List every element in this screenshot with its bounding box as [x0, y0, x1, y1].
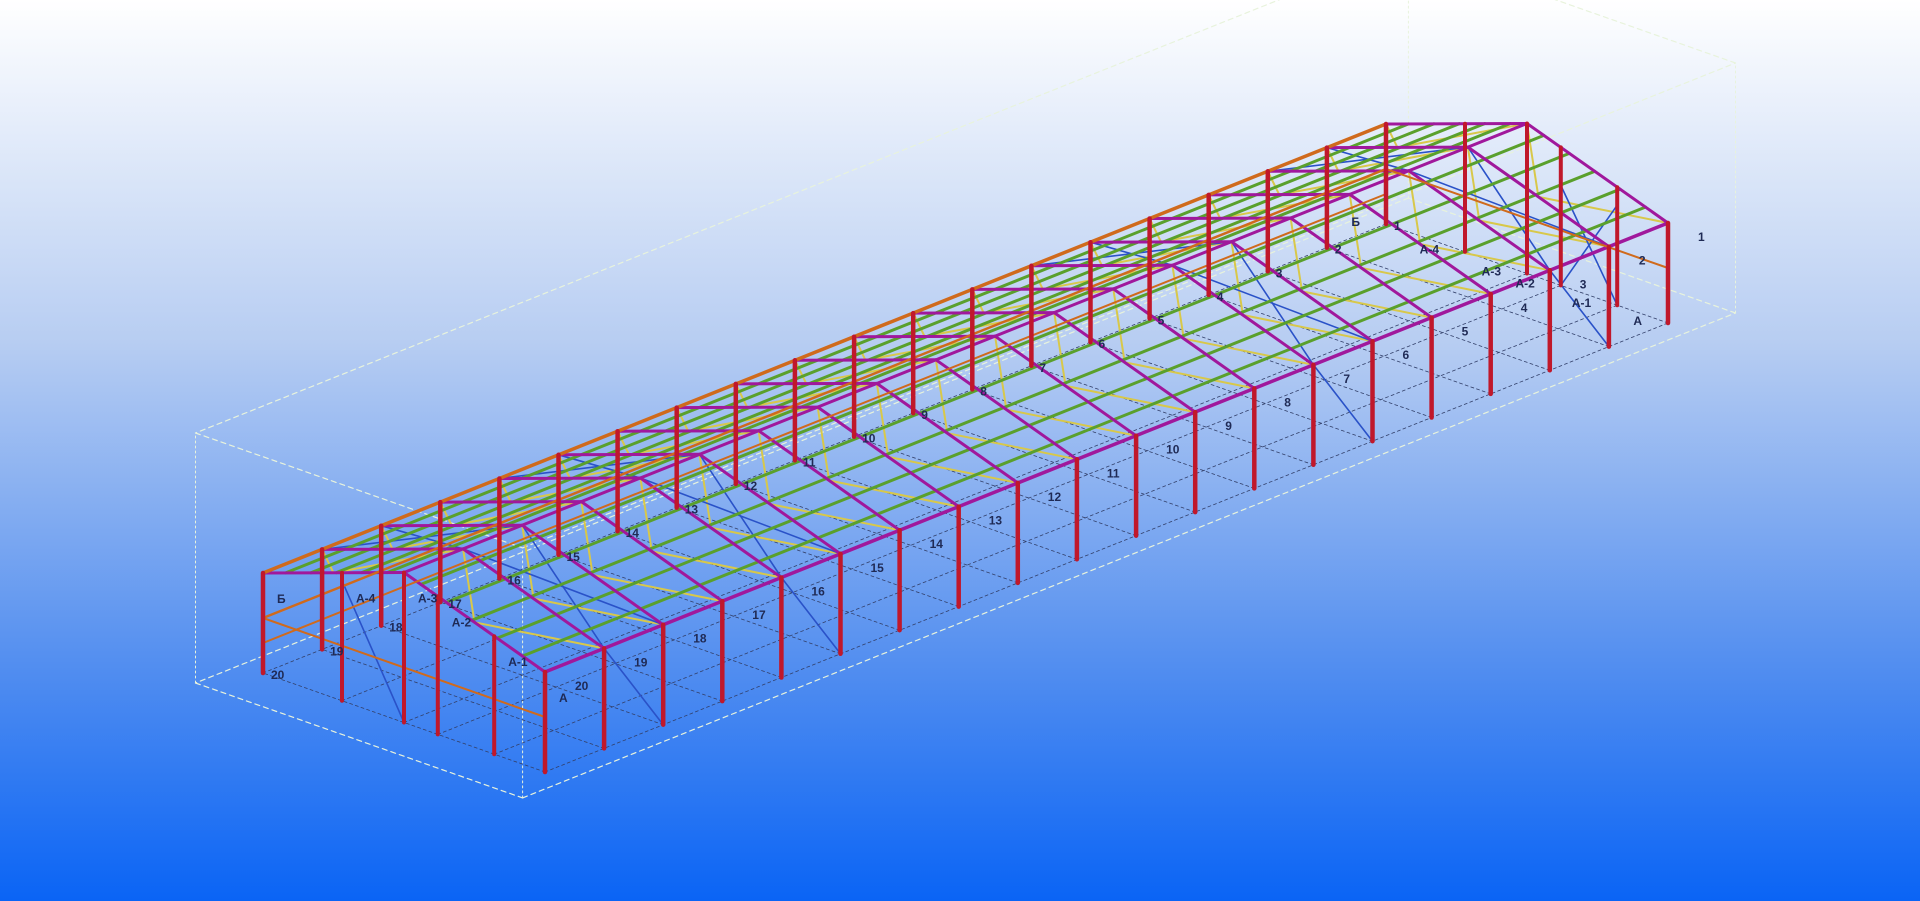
grid-letter-back: А-4	[356, 592, 376, 606]
grid-number-far: 20	[575, 679, 589, 693]
grid-number-far: 16	[811, 585, 825, 599]
girt-front	[262, 193, 1387, 644]
grid-number-near: 14	[626, 526, 640, 540]
grid-number-far: 7	[1343, 372, 1350, 386]
grid-number-near: 16	[507, 574, 521, 588]
grid-number-far: 17	[752, 608, 766, 622]
purlin	[309, 122, 1436, 575]
grid-number-near: 2	[1335, 243, 1342, 257]
grid-number-near: 12	[744, 479, 758, 493]
roof-brace	[1407, 169, 1422, 246]
grid-number-far: 2	[1639, 254, 1646, 268]
grid-number-near: 8	[980, 384, 987, 398]
grid-letter-back: А-2	[452, 615, 472, 629]
rafter	[1384, 122, 1529, 126]
grid-number-near: 20	[271, 668, 285, 682]
frame-beams	[261, 122, 1670, 718]
grid-number-near: 1	[1394, 219, 1401, 233]
grid-number-near: 19	[330, 644, 344, 658]
bbox-edge	[194, 197, 1410, 684]
purlin	[284, 122, 1411, 575]
model-viewport[interactable]: 1 1 2 2 3 3 4 4 5 5 6 6 7 7 8 8 9 9 10 10 11 11 12 12 13 13 14 14 15…	[0, 0, 1920, 901]
grid-number-near: 4	[1217, 290, 1224, 304]
grid-number-near: 10	[862, 432, 876, 446]
grid-number-far: 3	[1580, 277, 1587, 291]
grid-number-far: 5	[1462, 325, 1469, 339]
grid-letter-back: А-3	[418, 592, 438, 606]
grid-letter-front: А-4	[1420, 243, 1440, 257]
grid-number-far: 1	[1698, 230, 1705, 244]
grid-number-far: 6	[1403, 348, 1410, 362]
purlin	[470, 169, 1597, 622]
grid-number-far: 10	[1166, 443, 1180, 457]
grid-line-longitudinal	[544, 322, 1669, 773]
grid-number-far: 18	[693, 632, 707, 646]
grid-number-near: 9	[921, 408, 928, 422]
eave-beam-front	[261, 122, 1388, 575]
grid-number-near: 3	[1276, 266, 1283, 280]
grid-number-far: 9	[1225, 419, 1232, 433]
grid-number-near: 17	[448, 597, 462, 611]
rafter	[1325, 145, 1470, 150]
grid-letter-back: А-1	[508, 655, 528, 669]
grid-number-near: 6	[1099, 337, 1106, 351]
grid-number-far: 8	[1284, 395, 1291, 409]
grid-number-near: 5	[1158, 314, 1165, 328]
bbox-edge	[1554, 0, 1737, 64]
grid-letter-front: А	[1633, 314, 1642, 328]
grid-number-far: 13	[989, 514, 1003, 528]
grid-letter-front: А-3	[1482, 265, 1502, 279]
grid-number-far: 12	[1048, 490, 1062, 504]
bounding-box	[194, 0, 1737, 799]
grid-number-far: 19	[634, 655, 648, 669]
grid-letter-front: А-1	[1572, 296, 1592, 310]
grid-number-near: 7	[1039, 361, 1046, 375]
grid-number-far: 4	[1521, 301, 1528, 315]
roof-brace	[1466, 146, 1481, 222]
grid-number-far: 14	[930, 537, 944, 551]
grid-number-near: 13	[685, 503, 699, 517]
grid-letter-back: А	[559, 691, 568, 705]
grid-number-far: 15	[871, 561, 885, 575]
bbox-edge	[521, 62, 1737, 549]
grid-letter-back: Б	[277, 592, 286, 606]
grid-number-near: 18	[389, 621, 403, 635]
grid-number-near: 11	[803, 455, 816, 469]
purlins	[284, 122, 1647, 658]
grid-letter-front: Б	[1351, 215, 1360, 229]
grid-number-far: 11	[1107, 466, 1120, 480]
bbox-edge	[194, 682, 524, 799]
grid-number-near: 15	[567, 550, 581, 564]
structural-model-3d[interactable]: 1122334455667788991010111112121313141415…	[0, 0, 1920, 901]
grid-letter-front: А-2	[1515, 276, 1535, 290]
